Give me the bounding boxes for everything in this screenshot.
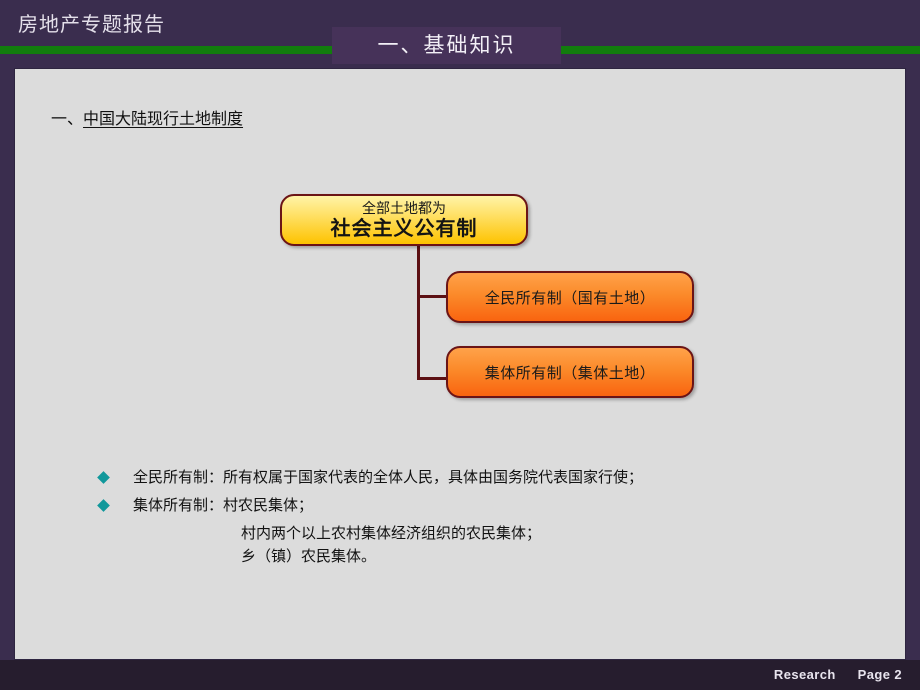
ownership-diagram: 全部土地都为 社会主义公有制 全民所有制（国有土地） 集体所有制（集体土地） xyxy=(15,69,905,659)
diagram-node-state-ownership-label: 全民所有制（国有土地） xyxy=(484,288,656,307)
connector-vertical xyxy=(417,246,420,380)
list-item: 全民所有制：所有权属于国家代表的全体人民，具体由国务院代表国家行使； xyxy=(97,467,889,489)
diagram-node-root-line1: 全部土地都为 xyxy=(362,201,446,218)
connector-branch-1 xyxy=(417,295,448,298)
bullet-list: 全民所有制：所有权属于国家代表的全体人民，具体由国务院代表国家行使； 集体所有制… xyxy=(97,467,889,570)
diagram-node-collective-ownership: 集体所有制（集体土地） xyxy=(446,346,694,398)
footer-brand: Research xyxy=(773,667,836,682)
list-item-text: 集体所有制：村农民集体； xyxy=(133,495,314,514)
connector-branch-2 xyxy=(417,377,448,380)
diagram-node-root: 全部土地都为 社会主义公有制 xyxy=(280,194,528,246)
diagram-node-collective-ownership-label: 集体所有制（集体土地） xyxy=(484,363,656,382)
subsection-heading: 一、中国大陆现行土地制度 xyxy=(51,105,243,129)
header-band: 房地产专题报告 一、基础知识 xyxy=(0,0,920,68)
accent-bar-right xyxy=(561,46,920,54)
subsection-title: 中国大陆现行土地制度 xyxy=(83,109,244,128)
footer-content: Research Page 2 xyxy=(774,667,902,682)
diagram-node-state-ownership: 全民所有制（国有土地） xyxy=(446,271,694,323)
footer-bar: Research Page 2 xyxy=(0,660,920,690)
list-item: 集体所有制：村农民集体； xyxy=(97,495,889,517)
section-title: 一、基础知识 xyxy=(377,33,516,57)
slide-content-panel: 一、中国大陆现行土地制度 全部土地都为 社会主义公有制 全民所有制（国有土地） … xyxy=(14,68,906,660)
diamond-bullet-icon xyxy=(97,471,110,484)
list-item-text: 全民所有制：所有权属于国家代表的全体人民，具体由国务院代表国家行使； xyxy=(133,468,644,486)
report-title: 房地产专题报告 xyxy=(18,12,165,36)
diamond-bullet-icon xyxy=(97,498,110,512)
section-title-box: 一、基础知识 xyxy=(332,27,561,64)
list-item-continuation: 村内两个以上农村集体经济组织的农民集体； xyxy=(241,523,542,542)
list-item-continuation: 乡（镇）农民集体。 xyxy=(241,547,377,566)
accent-bar-left xyxy=(0,46,332,54)
page-number: Page 2 xyxy=(857,667,902,682)
slide: 房地产专题报告 一、基础知识 一、中国大陆现行土地制度 全部土地都为 社会主义公… xyxy=(0,0,920,690)
diagram-node-root-line2: 社会主义公有制 xyxy=(330,215,478,240)
subsection-number: 一、 xyxy=(51,109,84,128)
